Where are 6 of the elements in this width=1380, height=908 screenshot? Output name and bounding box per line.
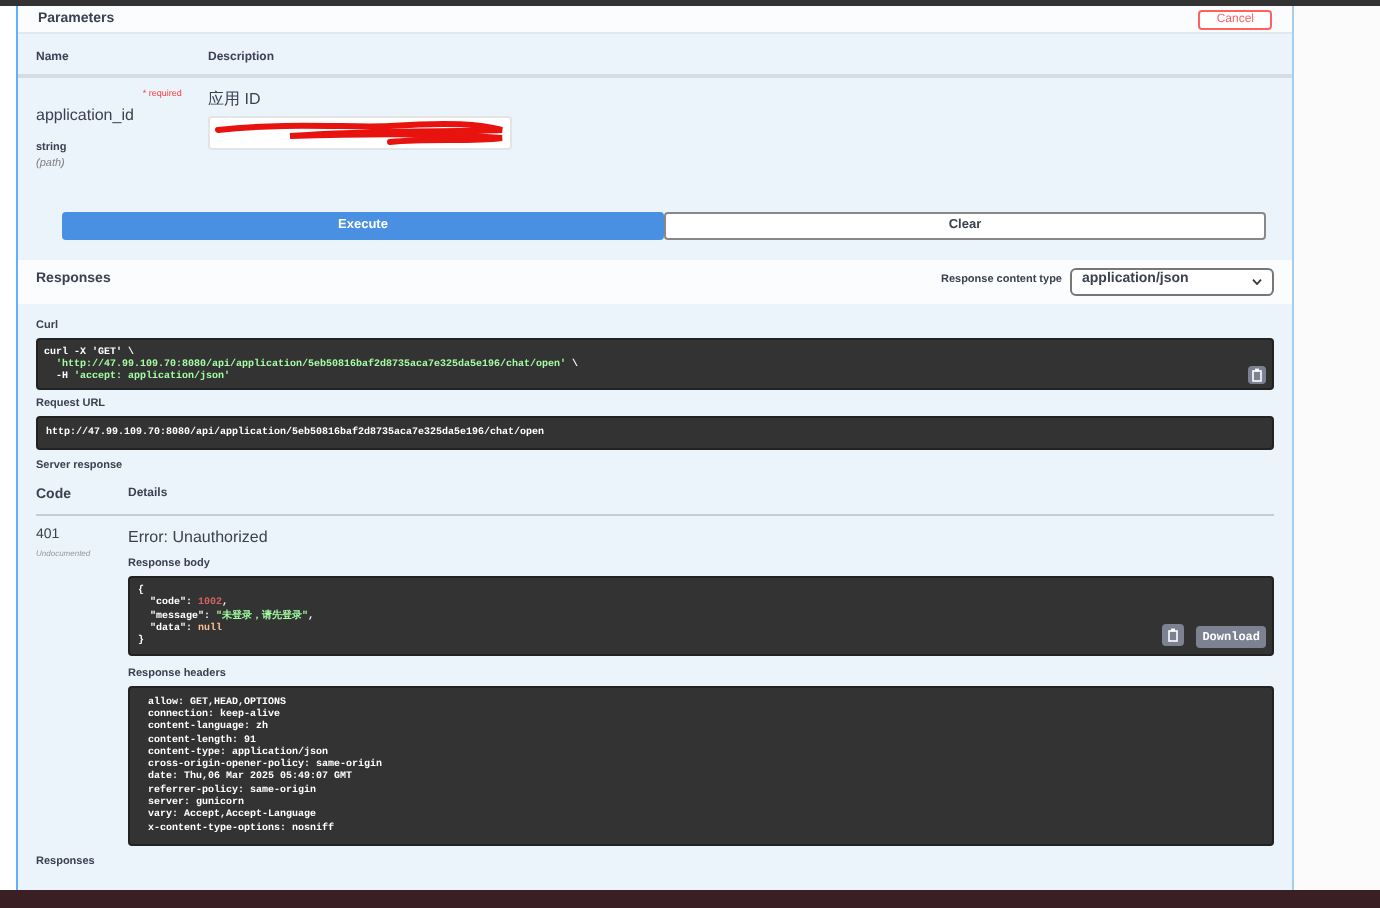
caret-icon bbox=[1252, 277, 1262, 285]
copy-icon[interactable] bbox=[1162, 623, 1184, 646]
parameter-description: 应用 ID bbox=[208, 88, 263, 112]
error-title: Error: Unauthorized bbox=[128, 526, 270, 551]
parameter-name: application_id bbox=[36, 106, 134, 124]
copy-icon[interactable] bbox=[1248, 366, 1266, 385]
